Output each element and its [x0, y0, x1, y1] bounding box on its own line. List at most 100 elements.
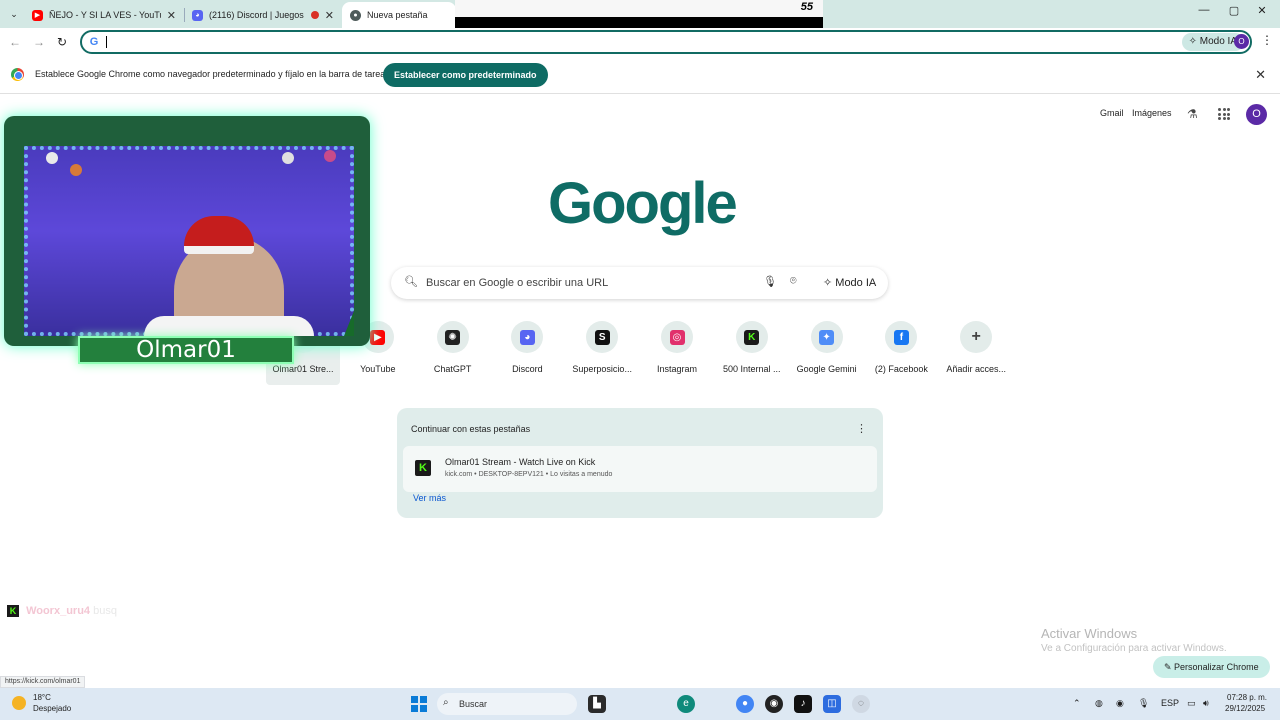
- shortcut-label: ChatGPT: [433, 364, 472, 374]
- forward-button[interactable]: →: [30, 33, 48, 51]
- search-icon: 🔍︎: [404, 276, 418, 288]
- tray-app-icon[interactable]: ◍: [1095, 698, 1103, 709]
- profile-avatar[interactable]: O: [1234, 34, 1249, 49]
- clock-date[interactable]: 29/12/2025: [1225, 704, 1265, 713]
- weather-moon-icon[interactable]: [12, 696, 26, 710]
- shortcut-label: Discord: [512, 364, 543, 374]
- chrome-logo-icon: [11, 68, 24, 81]
- task-view-icon[interactable]: ▙: [588, 695, 606, 713]
- network-icon[interactable]: ▭: [1187, 698, 1196, 709]
- gemini-icon: ✦: [819, 329, 835, 345]
- tray-app-icon[interactable]: ◉: [1116, 698, 1124, 709]
- clock-time[interactable]: 07:28 p. m.: [1227, 693, 1267, 702]
- set-default-button[interactable]: Establecer como predeterminado: [383, 63, 548, 87]
- chat-username: Woorx_uru4: [26, 605, 91, 617]
- continue-menu-icon[interactable]: ⋮: [856, 422, 867, 435]
- text-cursor: [106, 36, 107, 48]
- shortcut-tile[interactable]: f (2) Facebook: [864, 320, 938, 374]
- tray-chevron-icon[interactable]: ⌃: [1073, 698, 1081, 709]
- chrome-taskbar-icon[interactable]: ●: [736, 695, 754, 713]
- google-apps-icon[interactable]: [1218, 108, 1230, 120]
- obs-icon[interactable]: ◉: [765, 695, 783, 713]
- christmas-tree: [332, 306, 354, 336]
- shortcut-tile[interactable]: ◎ Instagram: [640, 320, 714, 374]
- search-modo-ia-button[interactable]: ✧ Modo IA: [815, 272, 884, 294]
- shortcut-label: Instagram: [656, 364, 698, 374]
- volume-icon[interactable]: 🔊︎: [1203, 698, 1209, 709]
- infobar-close-icon[interactable]: ✕: [1255, 67, 1266, 83]
- see-more-link[interactable]: Ver más: [413, 493, 446, 503]
- continue-tabs-card: Continuar con estas pestañas ⋮ K Olmar01…: [397, 408, 883, 518]
- shortcut-icon-bg: f: [885, 321, 918, 353]
- shortcut-icon-bg: K: [735, 321, 768, 353]
- activate-windows-subtitle: Ve a Configuración para activar Windows.: [1041, 643, 1227, 654]
- ornament-icon: [282, 152, 294, 164]
- add-icon: +: [971, 328, 981, 345]
- shortcut-tile[interactable]: K 500 Internal ...: [715, 320, 789, 374]
- shortcut-tile[interactable]: S Superposicio...: [565, 320, 639, 374]
- language-indicator[interactable]: ESP: [1161, 698, 1179, 708]
- microphone-icon[interactable]: 🎙︎: [763, 275, 777, 288]
- tiktok-icon[interactable]: ♪: [794, 695, 812, 713]
- instagram-icon: ◎: [669, 329, 685, 345]
- windows-start-icon[interactable]: [411, 696, 427, 712]
- search-modo-ia-label: Modo IA: [835, 277, 877, 289]
- kick-icon: K: [7, 605, 19, 617]
- reload-button[interactable]: ↻: [53, 33, 71, 51]
- webcam-overlay: Olmar01: [4, 116, 370, 366]
- maximize-button[interactable]: ▢: [1224, 4, 1244, 22]
- kick-icon: K: [415, 460, 431, 476]
- kick-icon: K: [744, 329, 760, 345]
- google-lens-icon[interactable]: ⌾: [790, 275, 797, 288]
- chrome-menu-icon[interactable]: ⋮: [1261, 33, 1273, 47]
- labs-flask-icon[interactable]: ⚗: [1187, 107, 1198, 121]
- close-window-button[interactable]: ✕: [1252, 4, 1272, 22]
- taskbar-search[interactable]: ⌕ Buscar: [437, 693, 577, 715]
- youtube-icon: ▶: [32, 9, 43, 21]
- ornament-icon: [46, 152, 58, 164]
- tab-search-chevron-icon[interactable]: ⌄: [5, 5, 23, 23]
- tab-youtube[interactable]: ▶ ÑEJO - Y SI LA VES - YouTube ✕: [24, 2, 184, 28]
- toolbar: ← → ↻ G ✧ Modo IA O ⋮: [0, 28, 1280, 56]
- app-icon[interactable]: ◫: [823, 695, 841, 713]
- shortcut-label: Añadir acces...: [946, 364, 1006, 374]
- shortcut-tile[interactable]: ✺ ChatGPT: [416, 320, 490, 374]
- s-icon: S: [594, 329, 610, 345]
- back-button[interactable]: ←: [6, 33, 24, 51]
- streamer-shirt: [144, 316, 314, 336]
- customize-chrome-label: Personalizar Chrome: [1174, 662, 1259, 672]
- shortcut-icon-bg: S: [586, 321, 619, 353]
- app-icon[interactable]: ◌: [852, 695, 870, 713]
- shortcut-label: Google Gemini: [796, 364, 857, 374]
- shortcut-tile[interactable]: ✦ Google Gemini: [790, 320, 864, 374]
- infobar-message: Establece Google Chrome como navegador p…: [35, 69, 390, 79]
- search-placeholder: Buscar en Google o escribir una URL: [426, 277, 609, 289]
- shortcut-label: 500 Internal ...: [723, 364, 781, 374]
- edge-icon[interactable]: e: [677, 695, 695, 713]
- chatgpt-icon: ✺: [445, 329, 461, 345]
- ornament-icon: [324, 150, 336, 162]
- search-box[interactable]: 🔍︎ Buscar en Google o escribir una URL 🎙…: [391, 267, 888, 299]
- customize-chrome-button[interactable]: ✎ Personalizar Chrome: [1153, 656, 1270, 678]
- google-account-avatar[interactable]: O: [1246, 104, 1267, 125]
- webcam-video: [24, 146, 354, 336]
- shortcut-tile[interactable]: ◕ Discord: [490, 320, 564, 374]
- weather-description: Despejado: [33, 704, 72, 713]
- images-link[interactable]: Imágenes: [1132, 108, 1172, 118]
- recording-icon: [310, 11, 319, 19]
- tab-close-icon[interactable]: ✕: [325, 9, 334, 22]
- tab-close-icon[interactable]: ✕: [167, 9, 176, 22]
- gmail-link[interactable]: Gmail: [1100, 108, 1124, 118]
- default-browser-infobar: Establece Google Chrome como navegador p…: [0, 56, 1280, 94]
- shortcut-label: Superposicio...: [572, 364, 632, 374]
- continue-item-meta: kick.com • DESKTOP-8EPV121 • Lo visitas …: [445, 471, 613, 478]
- microphone-tray-icon[interactable]: 🎙︎: [1138, 698, 1149, 709]
- google-logo: Google: [548, 171, 738, 236]
- minimize-button[interactable]: —: [1194, 4, 1214, 22]
- shortcut-tile[interactable]: + Añadir acces...: [939, 320, 1013, 374]
- omnibox-modo-ia-label: Modo IA: [1199, 36, 1237, 47]
- continue-tab-item[interactable]: K Olmar01 Stream - Watch Live on Kick ki…: [403, 446, 877, 492]
- tab-discord[interactable]: ◕ (2116) Discord | Juegos | Ol ✕: [184, 2, 342, 28]
- address-bar[interactable]: G ✧ Modo IA: [80, 30, 1252, 54]
- tab-new-tab[interactable]: ● Nueva pestaña: [342, 2, 456, 28]
